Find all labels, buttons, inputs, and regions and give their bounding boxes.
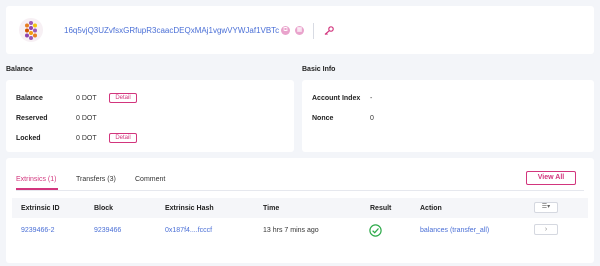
- qr-code-icon[interactable]: ▦: [295, 26, 304, 35]
- column-header-result: Result: [370, 205, 392, 212]
- action-link[interactable]: balances (transfer_all): [420, 227, 489, 234]
- activity-card: Extrinsics (1) Transfers (3) Comment Vie…: [6, 158, 594, 263]
- balance-section-title: Balance: [6, 66, 33, 73]
- divider: [313, 23, 314, 39]
- tab-comment[interactable]: Comment: [135, 176, 165, 183]
- balance-value: 0 DOT: [76, 95, 97, 102]
- extrinsic-id-link[interactable]: 9239466-2: [21, 227, 54, 234]
- account-header: 16q5vjQ3UZvfsxGRfupR3caacDEQxMAj1vgwVYWJ…: [6, 6, 594, 54]
- locked-value: 0 DOT: [76, 135, 97, 142]
- locked-detail-button[interactable]: Detail: [109, 133, 137, 143]
- column-header-extrinsic-id: Extrinsic ID: [21, 205, 60, 212]
- copy-icon[interactable]: ⧉: [281, 26, 290, 35]
- block-link[interactable]: 9239466: [94, 227, 121, 234]
- nonce-label: Nonce: [312, 115, 334, 122]
- account-index-label: Account Index: [312, 95, 361, 102]
- reserved-label: Reserved: [16, 115, 48, 122]
- column-header-block: Block: [94, 205, 114, 212]
- account-address[interactable]: 16q5vjQ3UZvfsxGRfupR3caacDEQxMAj1vgwVYWJ…: [64, 26, 279, 35]
- locked-label: Locked: [16, 135, 41, 142]
- column-header-action: Action: [420, 205, 442, 212]
- basic-info-card: Account Index - Nonce 0: [302, 80, 594, 152]
- success-check-icon: [369, 224, 382, 237]
- column-header-extrinsic-hash: Extrinsic Hash: [165, 205, 214, 212]
- time-value: 13 hrs 7 mins ago: [263, 227, 319, 234]
- account-index-value: -: [370, 95, 373, 102]
- filter-button[interactable]: ☰▾: [534, 202, 558, 213]
- tab-transfers[interactable]: Transfers (3): [76, 176, 116, 183]
- identicon-icon: [19, 18, 43, 42]
- balance-card: Balance 0 DOT Detail Reserved 0 DOT Lock…: [6, 80, 294, 152]
- active-tab-indicator: [16, 188, 58, 190]
- tab-divider: [16, 190, 584, 191]
- key-icon[interactable]: [324, 26, 334, 35]
- column-header-time: Time: [263, 205, 280, 212]
- balance-label: Balance: [16, 95, 43, 102]
- tab-extrinsics[interactable]: Extrinsics (1): [16, 176, 56, 183]
- basic-info-section-title: Basic Info: [302, 66, 336, 73]
- nonce-value: 0: [370, 115, 374, 122]
- balance-detail-button[interactable]: Detail: [109, 93, 137, 103]
- reserved-value: 0 DOT: [76, 115, 97, 122]
- chevron-right-icon[interactable]: ›: [534, 224, 558, 235]
- extrinsic-hash-link[interactable]: 0x187f4....fcccf: [165, 227, 212, 234]
- view-all-button[interactable]: View All: [526, 171, 576, 185]
